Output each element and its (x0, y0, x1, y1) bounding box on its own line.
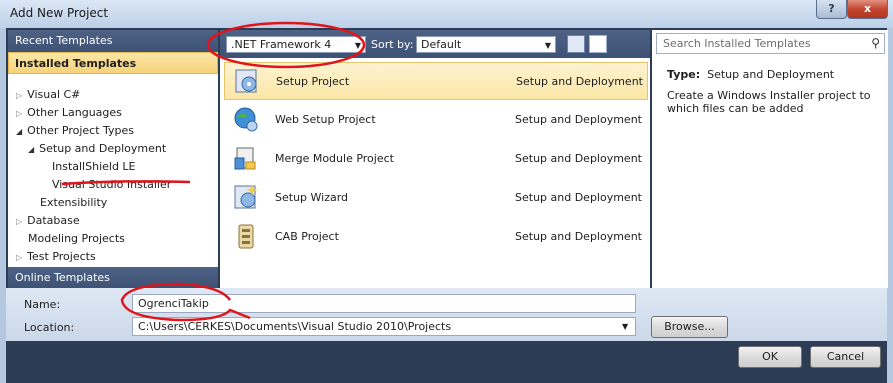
setup-project-icon (235, 69, 257, 93)
template-row-setup-wizard[interactable]: Setup Wizard Setup and Deployment (224, 179, 648, 217)
expand-arrow-icon[interactable]: ▷ (16, 253, 22, 262)
chevron-down-icon: ▼ (544, 41, 551, 50)
chevron-down-icon[interactable]: ▼ (622, 322, 628, 331)
name-field[interactable]: OgrenciTakip (132, 294, 636, 313)
template-row-setup-project[interactable]: Setup Project Setup and Deployment (224, 62, 648, 100)
template-row-merge-module[interactable]: Merge Module Project Setup and Deploymen… (224, 140, 648, 178)
location-label: Location: (24, 321, 75, 334)
sort-select[interactable]: Default ▼ (416, 36, 556, 53)
setup-wizard-icon (234, 185, 258, 209)
browse-button[interactable]: Browse... (651, 316, 728, 338)
tree-item-installshield[interactable]: InstallShield LE (52, 160, 136, 173)
cab-project-icon (238, 224, 254, 249)
template-toolbar: .NET Framework 4 ▼ Sort by: Default ▼ (220, 30, 650, 58)
tree-item-setup-deployment[interactable]: ◢ Setup and Deployment (28, 142, 166, 155)
dialog-window: Add New Project ? x Recent Templates Ins… (0, 0, 893, 383)
cancel-button[interactable]: Cancel (810, 346, 881, 368)
help-button[interactable]: ? (816, 0, 847, 19)
tree-item-database[interactable]: ▷ Database (16, 214, 80, 227)
expand-arrow-icon[interactable]: ▷ (16, 109, 22, 118)
tree-item-test-projects[interactable]: ▷ Test Projects (16, 250, 96, 263)
online-templates-header[interactable]: Online Templates (8, 267, 218, 288)
tree-item-vs-installer[interactable]: Visual Studio Installer (52, 178, 171, 191)
sort-label: Sort by: (371, 38, 414, 51)
templates-panel: Recent Templates Installed Templates ▷ Vi… (8, 30, 218, 288)
tree-item-other-project-types[interactable]: ◢ Other Project Types (16, 124, 134, 137)
tree-item-modeling[interactable]: Modeling Projects (28, 232, 125, 245)
search-icon[interactable]: ⚲ (871, 36, 880, 50)
template-type: Type: Setup and Deployment (667, 68, 835, 81)
web-setup-icon (234, 107, 258, 132)
collapse-arrow-icon[interactable]: ◢ (28, 145, 34, 154)
dialog-title: Add New Project (10, 6, 109, 20)
medium-icons-view-button[interactable] (567, 35, 585, 53)
framework-select[interactable]: .NET Framework 4 ▼ (226, 36, 366, 53)
ok-button[interactable]: OK (738, 346, 802, 368)
tree-item-other-languages[interactable]: ▷ Other Languages (16, 106, 122, 119)
tree-item-visual-csharp[interactable]: ▷ Visual C# (16, 88, 80, 101)
tree-item-extensibility[interactable]: Extensibility (40, 196, 107, 209)
collapse-arrow-icon[interactable]: ◢ (16, 127, 22, 136)
template-row-cab-project[interactable]: CAB Project Setup and Deployment (224, 218, 648, 256)
installed-templates-header[interactable]: Installed Templates (8, 52, 218, 74)
recent-templates-header[interactable]: Recent Templates (8, 30, 218, 52)
title-bar: Add New Project ? x (0, 0, 893, 28)
merge-module-icon (234, 147, 256, 170)
template-description: Create a Windows Installer project to wh… (667, 89, 871, 115)
expand-arrow-icon[interactable]: ▷ (16, 91, 22, 100)
search-input[interactable]: Search Installed Templates ⚲ (656, 33, 885, 54)
close-button[interactable]: x (847, 0, 888, 19)
chevron-down-icon: ▼ (354, 41, 361, 50)
name-label: Name: (24, 298, 61, 311)
template-row-web-setup[interactable]: Web Setup Project Setup and Deployment (224, 101, 648, 139)
list-view-button[interactable] (589, 35, 607, 53)
location-field[interactable]: C:\Users\CERKES\Documents\Visual Studio … (132, 317, 636, 336)
expand-arrow-icon[interactable]: ▷ (16, 217, 22, 226)
